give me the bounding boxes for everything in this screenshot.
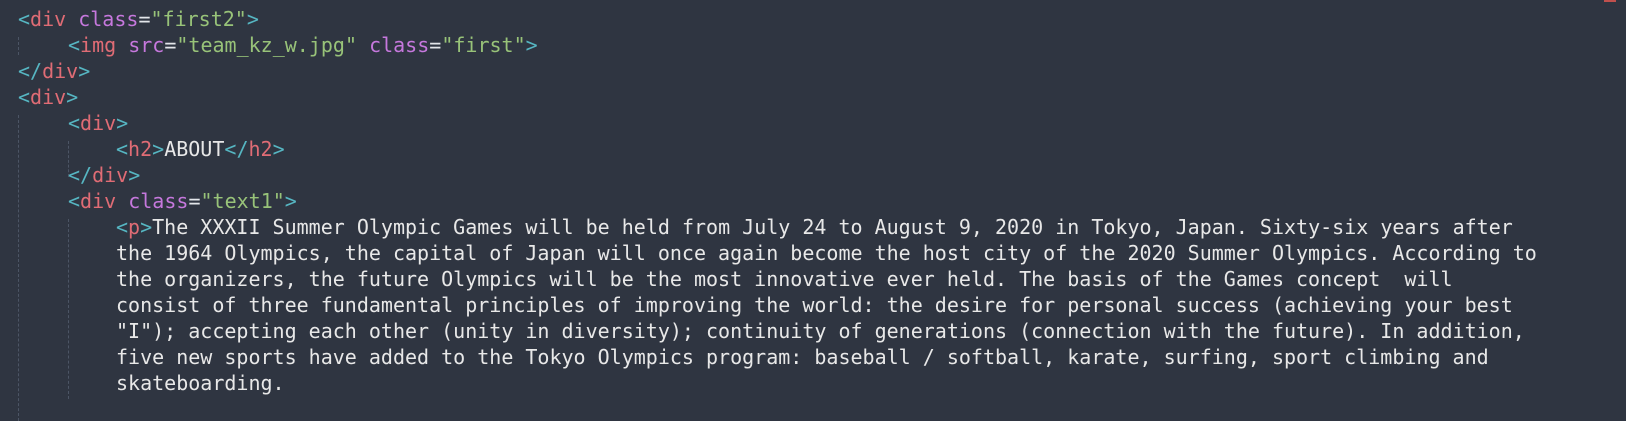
tag-name: p — [128, 215, 141, 239]
bracket: > — [152, 137, 165, 161]
bracket: < — [18, 7, 31, 31]
code-line-8[interactable]: <div class="text1"> — [68, 188, 297, 215]
text-content: The XXXII Summer Olympic Games will be h… — [152, 215, 1513, 239]
equals: = — [429, 33, 442, 57]
code-line-15[interactable]: skateboarding. — [116, 370, 285, 397]
code-line-7[interactable]: </div> — [68, 162, 140, 189]
bracket: > — [140, 215, 153, 239]
attr-name: class — [128, 189, 189, 213]
attr-value: "first" — [441, 33, 526, 57]
code-line-6[interactable]: <h2>ABOUT</h2> — [116, 136, 285, 163]
indent-guide — [18, 115, 19, 421]
attr-value: "text1" — [200, 189, 285, 213]
bracket: < — [68, 33, 81, 57]
bracket: </ — [68, 163, 93, 187]
attr-name: class — [369, 33, 430, 57]
code-line-12[interactable]: consist of three fundamental principles … — [116, 292, 1513, 319]
tag-name: div — [30, 85, 67, 109]
attr-name: class — [78, 7, 139, 31]
code-line-10[interactable]: the 1964 Olympics, the capital of Japan … — [116, 240, 1537, 267]
tag-name: div — [42, 59, 79, 83]
bracket: > — [272, 137, 285, 161]
tag-name: h2 — [248, 137, 273, 161]
equals: = — [138, 7, 151, 31]
code-line-1[interactable]: <div class="first2"> — [18, 6, 259, 33]
attr-value: "first2" — [150, 7, 247, 31]
bracket: < — [68, 189, 81, 213]
bracket: < — [18, 85, 31, 109]
equals: = — [188, 189, 201, 213]
bracket: < — [116, 137, 129, 161]
code-line-4[interactable]: <div> — [18, 84, 78, 111]
code-line-5[interactable]: <div> — [68, 110, 128, 137]
indent-guide — [18, 37, 19, 55]
tag-name: div — [92, 163, 129, 187]
bracket: > — [116, 111, 129, 135]
bracket: > — [246, 7, 259, 31]
bracket: > — [78, 59, 91, 83]
text-content: ABOUT — [164, 137, 225, 161]
attr-value: "team_kz_w.jpg" — [176, 33, 358, 57]
tag-name: img — [80, 33, 117, 57]
tag-name: div — [80, 111, 117, 135]
bracket: </ — [18, 59, 43, 83]
indent-guide — [68, 219, 69, 399]
equals: = — [164, 33, 177, 57]
code-line-9[interactable]: <p>The XXXII Summer Olympic Games will b… — [116, 214, 1513, 241]
bracket: < — [116, 215, 129, 239]
code-line-3[interactable]: </div> — [18, 58, 90, 85]
bracket: > — [128, 163, 141, 187]
code-line-11[interactable]: the organizers, the future Olympics will… — [116, 266, 1453, 293]
attr-name: src — [128, 33, 165, 57]
tag-name: h2 — [128, 137, 153, 161]
tag-name: div — [30, 7, 67, 31]
code-editor[interactable]: <div class="first2"> <img src="team_kz_w… — [0, 0, 1626, 421]
tag-name: div — [80, 189, 117, 213]
bracket: </ — [224, 137, 249, 161]
bracket: > — [525, 33, 538, 57]
code-line-14[interactable]: five new sports have added to the Tokyo … — [116, 344, 1489, 371]
code-line-2[interactable]: <img src="team_kz_w.jpg" class="first"> — [68, 32, 538, 59]
bracket: < — [68, 111, 81, 135]
bracket: > — [284, 189, 297, 213]
code-line-13[interactable]: "I"); accepting each other (unity in div… — [116, 318, 1525, 345]
bracket: > — [66, 85, 79, 109]
scrollbar-marker — [1604, 0, 1616, 2]
